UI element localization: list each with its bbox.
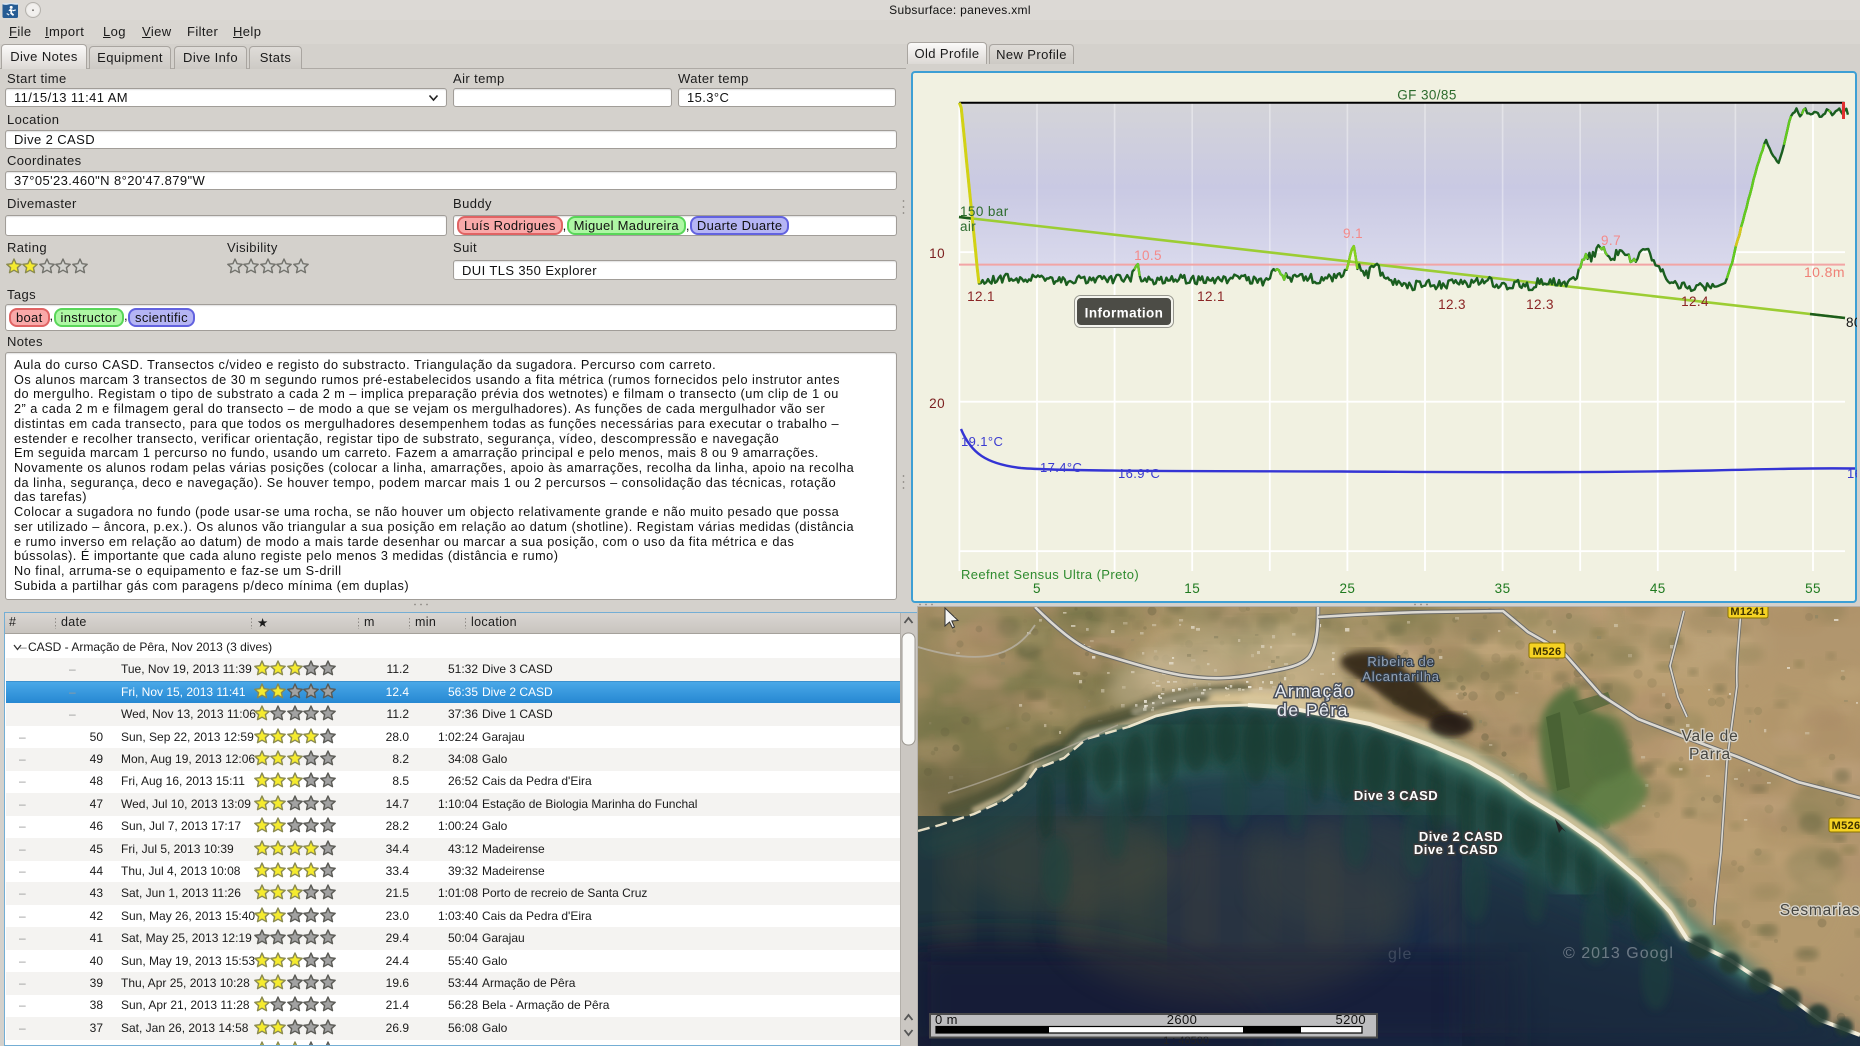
svg-text:80: 80 — [1846, 315, 1857, 330]
svg-text:Parra: Parra — [1689, 746, 1731, 763]
svg-text:Sesmarias: Sesmarias — [1780, 902, 1860, 919]
svg-text:19.1°C: 19.1°C — [961, 434, 1003, 449]
svg-text:16.: 16. — [1847, 466, 1857, 481]
svg-text:5200: 5200 — [1335, 1012, 1366, 1027]
svg-text:45: 45 — [1650, 581, 1666, 596]
svg-text:Dive 1 CASD: Dive 1 CASD — [1414, 842, 1498, 857]
svg-text:17.4°C: 17.4°C — [1040, 460, 1082, 475]
svg-text:Reefnet Sensus Ultra (Preto): Reefnet Sensus Ultra (Preto) — [961, 567, 1139, 582]
svg-text:Vale de: Vale de — [1681, 728, 1738, 745]
svg-text:Armação: Armação — [1275, 681, 1356, 701]
svg-text:air: air — [960, 219, 976, 234]
svg-text:55: 55 — [1805, 581, 1821, 596]
svg-text:9.1: 9.1 — [1343, 226, 1363, 241]
svg-text:15: 15 — [1184, 581, 1200, 596]
svg-text:9.7: 9.7 — [1601, 233, 1621, 248]
svg-text:© 2013 Googl: © 2013 Googl — [1563, 945, 1674, 962]
svg-text:12.4: 12.4 — [1681, 294, 1709, 309]
svg-text:150 bar: 150 bar — [960, 204, 1009, 219]
svg-text:35: 35 — [1495, 581, 1511, 596]
svg-text:Information: Information — [1085, 306, 1164, 321]
svg-text:12.3: 12.3 — [1526, 297, 1554, 312]
svg-text:M1241: M1241 — [1730, 607, 1765, 618]
svg-text:12.1: 12.1 — [967, 289, 995, 304]
svg-text:10.5: 10.5 — [1134, 248, 1162, 263]
svg-text:GF 30/85: GF 30/85 — [1397, 88, 1456, 103]
svg-text:5: 5 — [1033, 581, 1041, 596]
svg-text:Dive 3 CASD: Dive 3 CASD — [1354, 788, 1438, 803]
svg-text:12.3: 12.3 — [1438, 297, 1466, 312]
svg-text:2600: 2600 — [1167, 1012, 1198, 1027]
svg-text:1 : 48500: 1 : 48500 — [1163, 1035, 1209, 1046]
svg-text:0 m: 0 m — [935, 1012, 958, 1027]
svg-text:Ribeira de: Ribeira de — [1367, 654, 1434, 669]
svg-text:10.8m: 10.8m — [1804, 264, 1845, 280]
svg-text:gle: gle — [1388, 946, 1412, 963]
svg-text:M526: M526 — [1832, 820, 1860, 832]
svg-text:M526: M526 — [1533, 646, 1562, 658]
svg-text:20: 20 — [929, 396, 945, 411]
svg-text:Alcantarilha: Alcantarilha — [1362, 669, 1440, 684]
svg-text:25: 25 — [1339, 581, 1355, 596]
svg-text:16.9°C: 16.9°C — [1118, 466, 1160, 481]
svg-text:12.1: 12.1 — [1197, 289, 1225, 304]
svg-text:10: 10 — [929, 246, 945, 261]
svg-text:de Pêra: de Pêra — [1277, 700, 1349, 720]
